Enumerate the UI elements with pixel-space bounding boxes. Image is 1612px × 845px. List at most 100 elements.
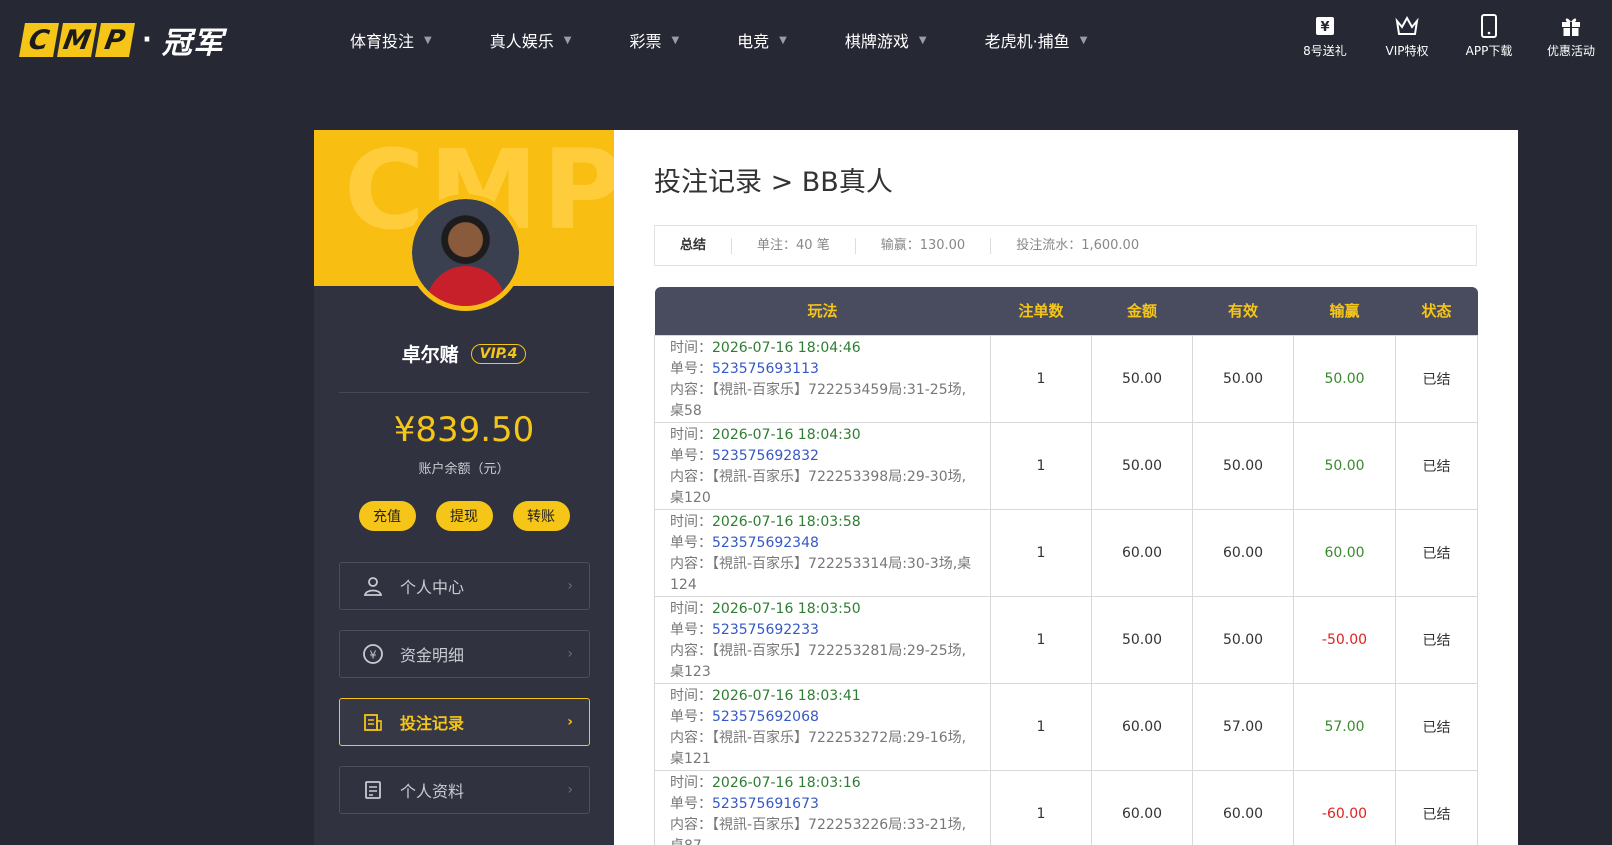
- main-panel: 投注记录 > BB真人 总结 单注：40 笔 输赢：130.00 投注流水：1,…: [614, 130, 1518, 845]
- logo-letter-m: M: [57, 23, 97, 57]
- table-header-row: 玩法 注单数 金额 有效 输赢 状态: [654, 287, 1478, 335]
- bet-content: 【視訊-百家乐】722253281局:29-25场,桌123: [670, 642, 967, 680]
- profile-doc-icon: [362, 779, 384, 801]
- order-label: 单号：: [670, 447, 712, 464]
- cell-count: 1: [990, 334, 1092, 423]
- chevron-down-icon: ▼: [671, 34, 680, 46]
- nav-sports[interactable]: 体育投注 ▼: [350, 28, 432, 52]
- summary-label: 总结: [655, 237, 733, 254]
- bet-time: 2026-07-16 18:04:30: [712, 426, 861, 443]
- wallet-actions: 充值 提现 转账: [314, 501, 614, 531]
- bet-records-table: 玩法 注单数 金额 有效 输赢 状态 时间：2026-07-16 18:04:4…: [654, 287, 1478, 845]
- cell-game-info: 时间：2026-07-16 18:03:58 单号：523575692348 内容：…: [654, 508, 991, 597]
- content-label: 内容：: [670, 381, 712, 398]
- tool-vip[interactable]: VIP特权: [1366, 14, 1448, 59]
- cell-status: 已结: [1395, 595, 1478, 684]
- cell-valid: 60.00: [1192, 508, 1294, 597]
- cell-game-info: 时间：2026-07-16 18:04:30 单号：523575692832 内容：…: [654, 421, 991, 510]
- order-number-link[interactable]: 523575692233: [712, 622, 819, 638]
- logo-letter-p: P: [95, 23, 135, 57]
- bet-content: 【視訊-百家乐】722253226局:33-21场,桌87: [670, 816, 967, 845]
- chevron-down-icon: ▼: [424, 34, 432, 46]
- nav-slots-fishing[interactable]: 老虎机·捕鱼 ▼: [985, 28, 1088, 52]
- content-label: 内容：: [670, 468, 712, 485]
- content-label: 内容：: [670, 729, 712, 746]
- nav-board-games[interactable]: 棋牌游戏 ▼: [845, 28, 927, 52]
- nav-live-casino[interactable]: 真人娱乐 ▼: [490, 28, 572, 52]
- cell-winloss: -50.00: [1293, 595, 1396, 684]
- table-row: 时间：2026-07-16 18:04:46 单号：523575693113 内容：…: [654, 334, 1478, 423]
- col-header-valid: 有效: [1192, 287, 1294, 335]
- phone-icon: [1477, 14, 1501, 38]
- bet-time: 2026-07-16 18:03:16: [712, 774, 861, 791]
- order-number-link[interactable]: 523575693113: [712, 361, 819, 377]
- tool-promotions[interactable]: 优惠活动: [1530, 14, 1612, 59]
- cell-status: 已结: [1395, 508, 1478, 597]
- user-row: 卓尔赌 VIP.4: [314, 340, 614, 367]
- logo-text: 冠军: [161, 26, 224, 61]
- avatar[interactable]: [407, 194, 524, 311]
- summary-winloss: 输赢：130.00: [856, 237, 992, 254]
- cell-count: 1: [990, 421, 1092, 510]
- cell-amount: 60.00: [1091, 769, 1193, 845]
- nav-esports[interactable]: 电竞 ▼: [737, 28, 787, 52]
- chevron-right-icon: ›: [567, 578, 573, 594]
- cell-amount: 60.00: [1091, 508, 1193, 597]
- order-label: 单号：: [670, 795, 712, 812]
- chevron-down-icon: ▼: [918, 34, 927, 46]
- cell-game-info: 时间：2026-07-16 18:03:50 单号：523575692233 内容：…: [654, 595, 991, 684]
- transfer-button[interactable]: 转账: [512, 501, 570, 531]
- sidebar-item-funds[interactable]: ¥ 资金明细 ›: [339, 630, 590, 678]
- money-cycle-icon: ¥: [362, 643, 384, 665]
- time-label: 时间：: [670, 687, 712, 704]
- chevron-down-icon: ▼: [779, 34, 787, 46]
- yen-ticket-icon: ¥: [1313, 14, 1337, 38]
- logo[interactable]: C M P · 冠军: [19, 22, 224, 61]
- bet-content: 【視訊-百家乐】722253272局:29-16场,桌121: [670, 729, 967, 767]
- vip-badge: VIP.4: [470, 343, 527, 364]
- chevron-right-icon: ›: [567, 782, 573, 798]
- svg-text:¥: ¥: [370, 649, 377, 662]
- cell-amount: 60.00: [1091, 682, 1193, 771]
- summary-turnover: 投注流水：1,600.00: [1016, 237, 1140, 253]
- bet-content: 【視訊-百家乐】722253398局:29-30场,桌120: [670, 468, 967, 506]
- table-row: 时间：2026-07-16 18:03:50 单号：523575692233 内容：…: [654, 595, 1478, 684]
- cell-game-info: 时间：2026-07-16 18:03:16 单号：523575691673 内容：…: [654, 769, 991, 845]
- bet-content: 【視訊-百家乐】722253314局:30-3场,桌124: [670, 555, 972, 593]
- table-row: 时间：2026-07-16 18:03:58 单号：523575692348 内容：…: [654, 508, 1478, 597]
- deposit-button[interactable]: 充值: [358, 501, 416, 531]
- time-label: 时间：: [670, 774, 712, 791]
- table-row: 时间：2026-07-16 18:03:41 单号：523575692068 内容：…: [654, 682, 1478, 771]
- content-label: 内容：: [670, 642, 712, 659]
- summary-bet-count: 单注：40 笔: [732, 237, 856, 254]
- user-icon: [362, 575, 384, 597]
- sidebar-item-bet-records[interactable]: 投注记录 ›: [339, 698, 590, 746]
- sidebar-item-personal-info[interactable]: 个人资料 ›: [339, 766, 590, 814]
- user-sidebar: CMP 卓尔赌 VIP.4 ¥839.50 账户余额（元） 充值 提现 转账 个…: [314, 130, 614, 845]
- content-label: 内容：: [670, 816, 712, 833]
- col-header-status: 状态: [1395, 287, 1478, 335]
- account-balance: ¥839.50: [393, 410, 535, 450]
- tool-gift-8[interactable]: ¥ 8号送礼: [1284, 14, 1366, 59]
- bet-time: 2026-07-16 18:03:41: [712, 687, 861, 704]
- cell-status: 已结: [1395, 421, 1478, 510]
- cell-valid: 50.00: [1192, 595, 1294, 684]
- order-number-link[interactable]: 523575692832: [712, 448, 819, 464]
- bet-record-icon: [362, 711, 384, 733]
- cell-amount: 50.00: [1091, 421, 1193, 510]
- cell-valid: 50.00: [1192, 421, 1294, 510]
- order-number-link[interactable]: 523575692348: [712, 535, 819, 551]
- tool-app-download[interactable]: APP下载: [1448, 14, 1530, 59]
- cell-valid: 57.00: [1192, 682, 1294, 771]
- chevron-down-icon: ▼: [1079, 34, 1088, 46]
- cell-valid: 60.00: [1192, 769, 1294, 845]
- cell-game-info: 时间：2026-07-16 18:04:46 单号：523575693113 内容：…: [654, 334, 991, 423]
- nav-lottery[interactable]: 彩票 ▼: [629, 28, 679, 52]
- col-header-winloss: 输赢: [1293, 287, 1396, 335]
- order-number-link[interactable]: 523575691673: [712, 796, 819, 812]
- sidebar-item-profile-center[interactable]: 个人中心 ›: [339, 562, 590, 610]
- summary-bar: 总结 单注：40 笔 输赢：130.00 投注流水：1,600.00: [654, 225, 1477, 266]
- table-row: 时间：2026-07-16 18:04:30 单号：523575692832 内容：…: [654, 421, 1478, 510]
- order-number-link[interactable]: 523575692068: [712, 709, 819, 725]
- withdraw-button[interactable]: 提现: [435, 501, 493, 531]
